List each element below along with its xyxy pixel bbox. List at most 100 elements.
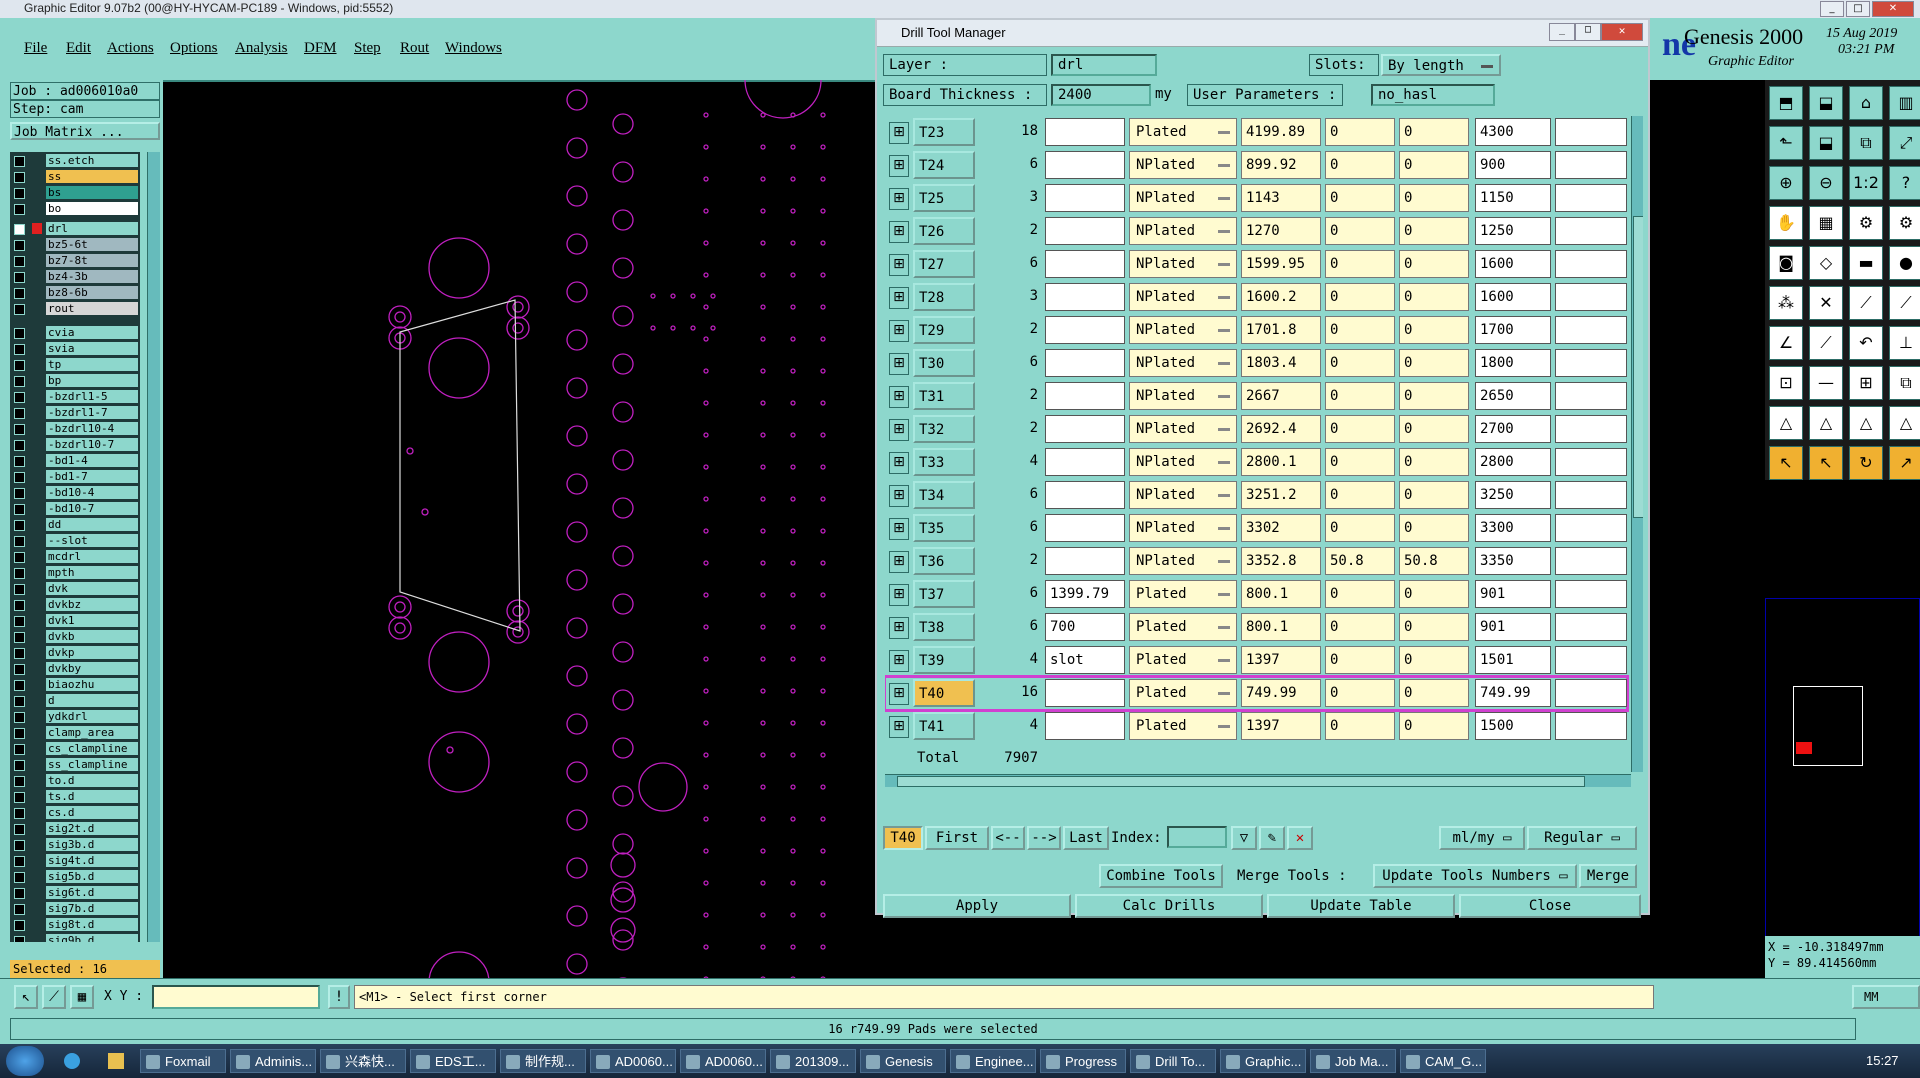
tool-row[interactable]: ⊞ T40 16 Plated 749.99 0 0 749.99 — [885, 675, 1629, 712]
tool-tol-plus[interactable]: 50.8 — [1325, 547, 1395, 575]
tool-row[interactable]: ⊞ T25 3 NPlated 1143 0 0 1150 — [885, 182, 1627, 215]
tool-button[interactable]: ↶ — [1849, 326, 1883, 360]
menu-dfm[interactable]: DFM — [304, 40, 337, 57]
tool-finish-size[interactable]: 1803.4 — [1241, 349, 1321, 377]
tool-button[interactable]: ⊕ — [1769, 166, 1803, 200]
tool-type-dropdown[interactable]: NPlated — [1129, 250, 1237, 278]
tool-tol-minus[interactable]: 0 — [1399, 151, 1469, 179]
layer-row[interactable]: sig5b.d — [10, 870, 138, 884]
layer-row[interactable]: sig9b.d — [10, 934, 138, 942]
layer-checkbox[interactable] — [14, 288, 25, 299]
tool-tol-plus[interactable]: 0 — [1325, 316, 1395, 344]
tool-extra-input[interactable] — [1555, 250, 1627, 278]
layer-list-scrollbar[interactable] — [147, 152, 160, 942]
tool-button[interactable]: ⬓ — [1809, 126, 1843, 160]
tool-drill-size-input[interactable]: 1399.79 — [1045, 580, 1125, 608]
layer-checkbox[interactable] — [14, 520, 25, 531]
tool-button[interactable]: ⊞ — [1849, 366, 1883, 400]
tool-drill-size[interactable]: 4300 — [1475, 118, 1551, 146]
layer-checkbox[interactable] — [14, 904, 25, 915]
tool-tol-minus[interactable]: 0 — [1399, 448, 1469, 476]
layer-row[interactable]: cs.d — [10, 806, 138, 820]
layer-checkbox[interactable] — [14, 552, 25, 563]
tool-finish-size[interactable]: 4199.89 — [1241, 118, 1321, 146]
tool-drill-size[interactable]: 3300 — [1475, 514, 1551, 542]
tool-extra-input[interactable] — [1555, 514, 1627, 542]
layer-row[interactable]: -bd1-4 — [10, 454, 138, 468]
expand-icon[interactable]: ⊞ — [889, 584, 909, 606]
tool-row[interactable]: ⊞ T41 4 Plated 1397 0 0 1500 — [885, 710, 1627, 743]
tool-tol-plus[interactable]: 0 — [1325, 646, 1395, 674]
tool-type-dropdown[interactable]: NPlated — [1129, 217, 1237, 245]
tool-type-dropdown[interactable]: Plated — [1129, 613, 1237, 641]
menu-file[interactable]: File — [24, 40, 47, 57]
layer-checkbox[interactable] — [14, 392, 25, 403]
tool-type-dropdown[interactable]: NPlated — [1129, 316, 1237, 344]
layer-row[interactable]: tp — [10, 358, 138, 372]
index-input[interactable] — [1167, 826, 1227, 848]
tool-button[interactable]: ▦ — [1809, 206, 1843, 240]
dialog-close-icon[interactable]: ✕ — [1601, 23, 1643, 41]
update-table-button[interactable]: Update Table — [1267, 894, 1455, 918]
tool-drill-size-input[interactable] — [1045, 547, 1125, 575]
tool-tol-minus[interactable]: 0 — [1399, 646, 1469, 674]
taskbar-item[interactable]: AD0060... — [590, 1049, 676, 1073]
tool-tol-plus[interactable]: 0 — [1325, 481, 1395, 509]
tool-drill-size-input[interactable] — [1045, 316, 1125, 344]
explorer-icon[interactable] — [108, 1053, 124, 1069]
layer-row[interactable]: biaozhu — [10, 678, 138, 692]
tool-button[interactable]: ⟋ — [1809, 326, 1843, 360]
menu-options[interactable]: Options — [170, 40, 218, 57]
tool-extra-input[interactable] — [1555, 547, 1627, 575]
board-thickness-input[interactable]: 2400 — [1051, 84, 1151, 106]
taskbar-item[interactable]: Progress — [1040, 1049, 1126, 1073]
tool-extra-input[interactable] — [1555, 151, 1627, 179]
tool-tol-plus[interactable]: 0 — [1325, 514, 1395, 542]
layer-row[interactable]: sig7b.d — [10, 902, 138, 916]
layer-row[interactable]: sig4t.d — [10, 854, 138, 868]
tool-button[interactable]: ⚙ — [1889, 206, 1920, 240]
tool-finish-size[interactable]: 3251.2 — [1241, 481, 1321, 509]
tool-button[interactable]: ⚙ — [1849, 206, 1883, 240]
layer-input[interactable]: drl — [1051, 54, 1157, 76]
tool-button[interactable]: ✕ — [1809, 286, 1843, 320]
tool-tol-plus[interactable]: 0 — [1325, 382, 1395, 410]
layer-checkbox[interactable] — [14, 856, 25, 867]
tool-row[interactable]: ⊞ T27 6 NPlated 1599.95 0 0 1600 — [885, 248, 1627, 281]
menu-step[interactable]: Step — [354, 40, 381, 57]
tool-tol-plus[interactable]: 0 — [1325, 415, 1395, 443]
layer-row[interactable]: -bd1-7 — [10, 470, 138, 484]
layer-row[interactable]: -bd10-7 — [10, 502, 138, 516]
layer-row[interactable]: -bd10-4 — [10, 486, 138, 500]
layer-row[interactable]: sig3b.d — [10, 838, 138, 852]
taskbar-item[interactable]: 201309... — [770, 1049, 856, 1073]
expand-icon[interactable]: ⊞ — [889, 320, 909, 342]
scroll-thumb[interactable] — [1633, 216, 1643, 518]
expand-icon[interactable]: ⊞ — [889, 716, 909, 738]
layer-row[interactable]: ydkdrl — [10, 710, 138, 724]
tool-extra-input[interactable] — [1555, 184, 1627, 212]
layer-checkbox[interactable] — [14, 240, 25, 251]
tool-drill-size[interactable]: 749.99 — [1475, 679, 1551, 707]
tool-finish-size[interactable]: 1143 — [1241, 184, 1321, 212]
tool-drill-size[interactable]: 3250 — [1475, 481, 1551, 509]
tool-button[interactable]: ⊖ — [1809, 166, 1843, 200]
layer-checkbox[interactable] — [14, 156, 25, 167]
tool-drill-size-input[interactable] — [1045, 382, 1125, 410]
tool-type-dropdown[interactable]: NPlated — [1129, 382, 1237, 410]
tool-tol-minus[interactable]: 0 — [1399, 415, 1469, 443]
close-button[interactable]: ✕ — [1872, 1, 1914, 17]
layer-row[interactable]: ss.etch — [10, 154, 138, 168]
expand-icon[interactable]: ⊞ — [889, 683, 909, 705]
tool-row[interactable]: ⊞ T33 4 NPlated 2800.1 0 0 2800 — [885, 446, 1627, 479]
tool-button[interactable]: ⟋ — [1889, 286, 1920, 320]
expand-icon[interactable]: ⊞ — [889, 485, 909, 507]
tool-drill-size[interactable]: 1150 — [1475, 184, 1551, 212]
tool-drill-size-input[interactable] — [1045, 283, 1125, 311]
tool-drill-size[interactable]: 901 — [1475, 580, 1551, 608]
tool-button[interactable]: ↖ — [1809, 446, 1843, 480]
tool-finish-size[interactable]: 2692.4 — [1241, 415, 1321, 443]
layer-checkbox[interactable] — [14, 616, 25, 627]
tool-button[interactable]: ⬑ — [1769, 126, 1803, 160]
edit-icon[interactable]: ✎ — [1259, 826, 1285, 850]
